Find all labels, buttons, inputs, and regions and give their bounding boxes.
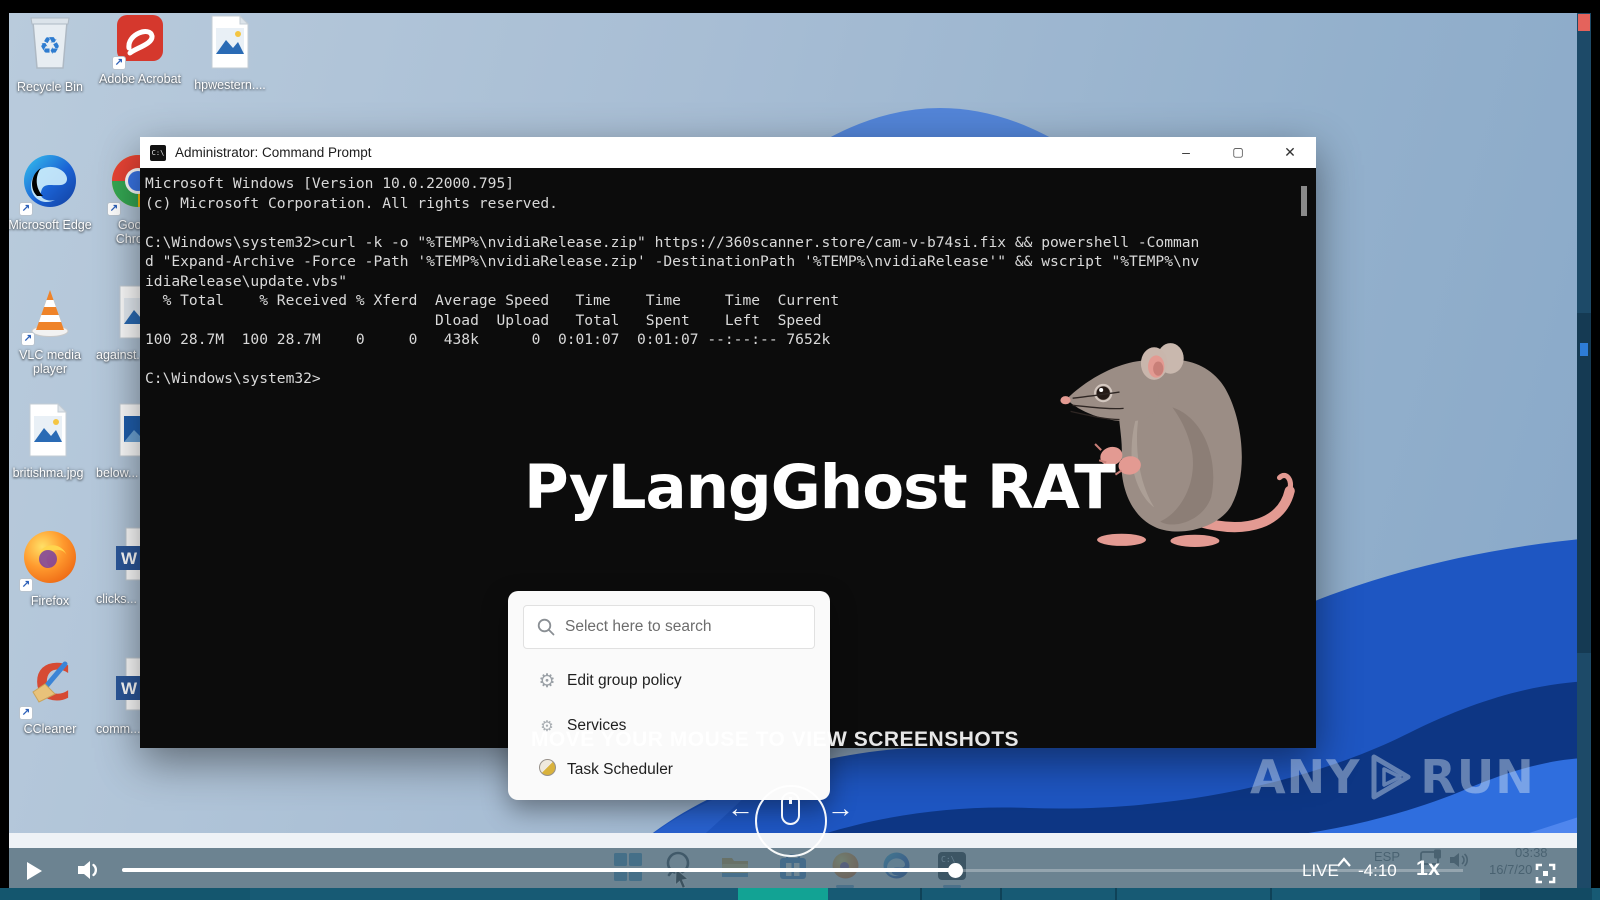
svg-text:W: W <box>121 549 138 568</box>
shortcut-arrow-icon: ↗ <box>19 578 33 592</box>
task-scheduler-icon <box>536 759 558 781</box>
desktop-icon-adobe-acrobat[interactable]: ↗ Adobe Acrobat <box>98 12 182 86</box>
watermark-brand-run: RUN <box>1420 750 1534 804</box>
shortcut-arrow-icon: ↗ <box>112 56 126 70</box>
edge-icon: ↗ <box>21 152 79 215</box>
side-strip-blue-marker <box>1580 343 1588 356</box>
shortcut-arrow-icon: ↗ <box>107 202 121 216</box>
desktop-icon-ccleaner[interactable]: C ↗ CCleaner <box>8 656 92 736</box>
close-button[interactable]: ✕ <box>1264 137 1316 168</box>
console-scrollbar[interactable] <box>1301 186 1307 216</box>
sandbox-side-strip[interactable] <box>1577 13 1591 888</box>
letterbox-right <box>1591 13 1600 888</box>
search-box[interactable] <box>523 605 815 649</box>
desktop-icon-label: Recycle Bin <box>8 80 92 94</box>
mouse-icon <box>781 792 800 825</box>
image-file-icon <box>26 402 70 463</box>
playback-speed[interactable]: 1x <box>1416 856 1440 881</box>
desktop-icon-label: CCleaner <box>8 722 92 736</box>
watermark-brand-any: ANY <box>1250 750 1360 804</box>
cmd-window-title: Administrator: Command Prompt <box>175 145 372 160</box>
menu-item-label: Edit group policy <box>567 672 682 690</box>
maximize-button[interactable]: ▢ <box>1212 137 1264 168</box>
svg-text:W: W <box>121 679 138 698</box>
arrow-left-icon: ← <box>727 793 754 824</box>
side-strip-red-marker <box>1578 14 1590 31</box>
vlc-icon: ↗ <box>23 284 77 345</box>
image-file-icon <box>208 14 252 75</box>
live-badge[interactable]: LIVE <box>1302 861 1339 881</box>
screenshot-hint-text: MOVE YOUR MOUSE TO VIEW SCREENSHOTS <box>390 728 1160 752</box>
timeline-active-segment <box>738 888 828 900</box>
minimize-button[interactable]: – <box>1160 137 1212 168</box>
desktop-icon-label: hpwestern.... <box>188 78 272 92</box>
recycle-bin-icon: ♻ <box>27 14 73 77</box>
volume-icon[interactable] <box>76 858 102 887</box>
progress-bar[interactable] <box>122 868 955 872</box>
fullscreen-icon[interactable] <box>1535 863 1556 889</box>
ccleaner-icon: C ↗ <box>21 656 79 719</box>
play-button[interactable] <box>27 862 42 880</box>
overlay-title: PyLangGhost RAT <box>524 452 1164 523</box>
sandbox-timeline[interactable] <box>0 888 1600 900</box>
desktop-icon-label: Adobe Acrobat <box>98 72 182 86</box>
desktop-icon-label: britishma.jpg <box>6 466 90 480</box>
console-output: Microsoft Windows [Version 10.0.22000.79… <box>145 174 1199 389</box>
desktop-icon-britishma[interactable]: britishma.jpg <box>6 402 90 480</box>
menu-item-label: Task Scheduler <box>567 761 673 779</box>
acrobat-icon: ↗ <box>114 12 166 69</box>
gear-icon: ⚙ <box>536 670 558 693</box>
progress-knob[interactable] <box>948 863 963 878</box>
search-input[interactable] <box>565 618 805 636</box>
cmd-titlebar[interactable]: C:\ Administrator: Command Prompt – ▢ ✕ <box>140 137 1316 168</box>
desktop-icon-label: VLC media player <box>8 348 92 376</box>
shortcut-arrow-icon: ↗ <box>19 706 33 720</box>
desktop-icon-label: Microsoft Edge <box>8 218 92 232</box>
video-player-stage: ♻ Recycle Bin ↗ Adobe Acrobat hpwestern.… <box>0 0 1600 900</box>
menu-item-task-scheduler[interactable]: Task Scheduler <box>536 755 816 785</box>
firefox-icon: ↗ <box>21 528 79 591</box>
desktop-icon-label: Firefox <box>8 594 92 608</box>
menu-item-edit-group-policy[interactable]: ⚙ Edit group policy <box>536 666 816 696</box>
search-icon <box>537 618 555 636</box>
desktop-icon-vlc[interactable]: ↗ VLC media player <box>8 284 92 376</box>
desktop-icon-microsoft-edge[interactable]: ↗ Microsoft Edge <box>8 152 92 232</box>
letterbox-left <box>0 13 9 888</box>
svg-text:♻: ♻ <box>39 33 61 60</box>
desktop-icon-hpwestern[interactable]: hpwestern.... <box>188 14 272 92</box>
desktop-icon-firefox[interactable]: ↗ Firefox <box>8 528 92 608</box>
letterbox-top <box>0 0 1600 13</box>
desktop-icon-recycle-bin[interactable]: ♻ Recycle Bin <box>8 14 92 94</box>
search-popup: ⚙ Edit group policy ⚙ Services Task Sche… <box>508 591 830 800</box>
play-logo-icon <box>1364 751 1416 803</box>
shortcut-arrow-icon: ↗ <box>19 202 33 216</box>
time-remaining: -4:10 <box>1358 861 1397 881</box>
chevron-up-icon[interactable] <box>1336 855 1352 873</box>
arrow-right-icon: → <box>827 793 854 824</box>
shortcut-arrow-icon: ↗ <box>21 332 35 346</box>
cmd-window-icon: C:\ <box>150 145 166 161</box>
